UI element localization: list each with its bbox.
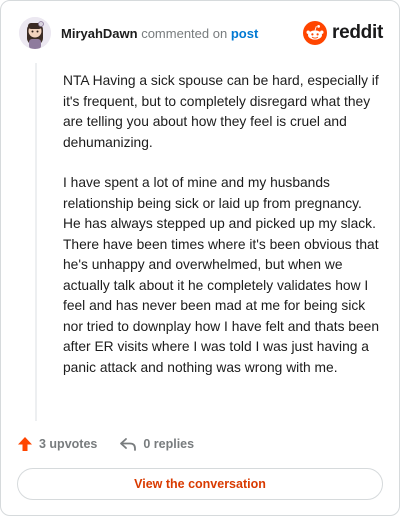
byline: MiryahDawn commented on post xyxy=(61,26,258,41)
reply-count: 0 replies xyxy=(143,437,195,451)
avatar[interactable] xyxy=(19,17,51,49)
post-link[interactable]: post xyxy=(231,26,258,41)
view-conversation-button[interactable]: View the conversation xyxy=(17,468,383,500)
username-link[interactable]: MiryahDawn xyxy=(61,26,138,41)
embedded-comment-card: MiryahDawn commented on post reddit NTA … xyxy=(0,0,400,516)
reddit-logo[interactable]: reddit xyxy=(303,19,383,47)
view-conversation-label: View the conversation xyxy=(134,477,266,491)
upvote-count: 3 upvotes xyxy=(39,437,98,451)
replies-button[interactable]: 0 replies xyxy=(119,436,194,452)
upvote-arrow-icon xyxy=(18,437,32,451)
comment-paragraph: I have spent a lot of mine and my husban… xyxy=(63,175,380,375)
avatar-image xyxy=(19,17,51,49)
comment-actions: 3 upvotes 0 replies xyxy=(17,433,216,455)
reddit-wordmark: reddit xyxy=(332,22,383,43)
reply-arrow-icon xyxy=(120,438,137,451)
comment-body: NTA Having a sick spouse can be hard, es… xyxy=(63,71,383,398)
upvote-button[interactable]: 3 upvotes xyxy=(17,436,97,452)
comment-paragraph: NTA Having a sick spouse can be hard, es… xyxy=(63,73,379,150)
comment-header: MiryahDawn commented on post reddit xyxy=(19,17,383,51)
commented-on-text: commented on xyxy=(141,26,228,41)
reddit-snoo-icon xyxy=(303,21,328,45)
thread-line xyxy=(35,63,37,421)
